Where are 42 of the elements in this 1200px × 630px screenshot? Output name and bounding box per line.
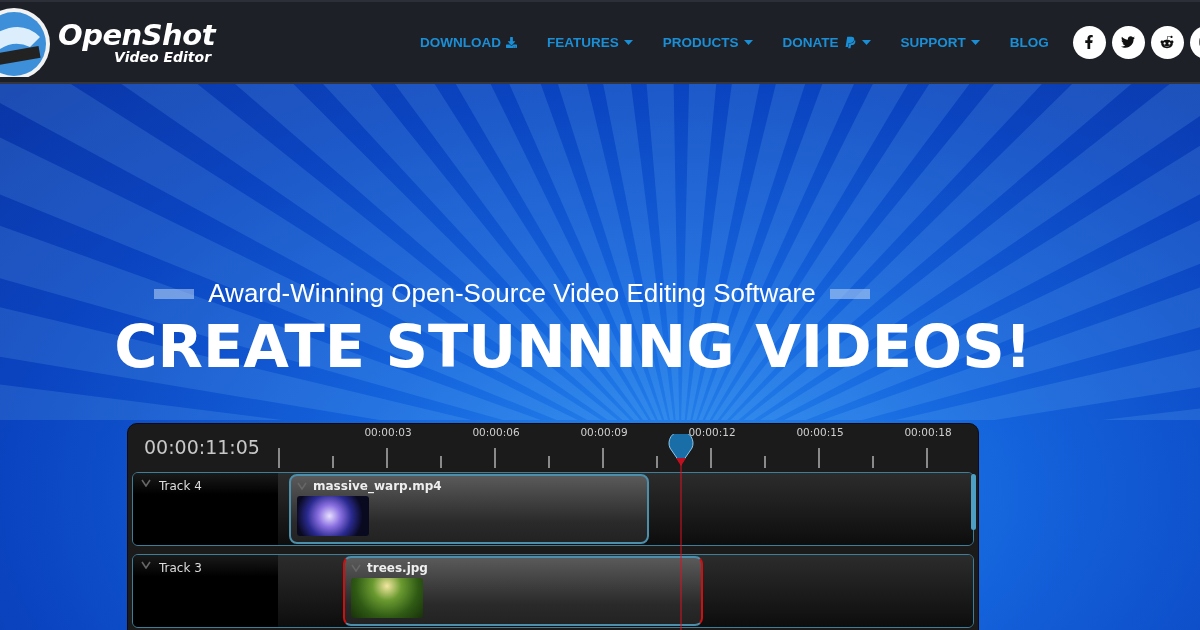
clip-name: massive_warp.mp4	[313, 479, 442, 493]
headline: CREATE STUNNING VIDEOS!	[114, 315, 1032, 379]
chevron-icon[interactable]	[141, 479, 151, 487]
nav-link[interactable]: BLOG	[1009, 34, 1049, 50]
nav-link[interactable]: PRODUCTS	[662, 34, 753, 50]
timeline-clip[interactable]: massive_warp.mp4	[289, 474, 649, 544]
ruler-label: 00:00:12	[688, 426, 736, 438]
ruler-label: 00:00:09	[580, 426, 628, 438]
nav-link[interactable]: DOWNLOAD	[420, 34, 517, 50]
social-button[interactable]	[1150, 25, 1184, 59]
image-thumbnail	[351, 578, 423, 618]
timeline-clip[interactable]: trees.jpg	[343, 556, 703, 626]
stripe-icon	[829, 288, 870, 299]
timecode: 00:00:11:05	[144, 436, 260, 458]
social-button[interactable]	[1072, 25, 1106, 59]
reddit-icon	[1160, 35, 1175, 49]
caret-icon	[743, 39, 753, 45]
ruler-label: 00:00:06	[472, 426, 520, 438]
nav-link[interactable]: DONATE	[782, 34, 871, 50]
clip-name: trees.jpg	[367, 561, 428, 575]
caret-icon	[861, 39, 871, 45]
nav-link[interactable]: FEATURES	[547, 34, 633, 50]
video-thumbnail	[297, 496, 369, 536]
caret-icon	[970, 39, 980, 45]
paypal-icon	[843, 35, 857, 49]
track-name: Track 3	[159, 561, 202, 575]
caret-icon	[623, 39, 633, 45]
chevron-icon[interactable]	[141, 561, 151, 569]
logo-title: OpenShot	[58, 19, 216, 50]
ruler-label: 00:00:15	[796, 426, 844, 438]
nav-link[interactable]: SUPPORT	[900, 34, 980, 50]
playhead[interactable]	[666, 434, 696, 630]
scrollbar-thumb[interactable]	[971, 474, 976, 530]
download-icon	[506, 36, 517, 48]
social-button[interactable]	[1111, 25, 1145, 59]
ruler-label: 00:00:18	[904, 426, 952, 438]
logo-subtitle: Video Editor	[114, 49, 212, 65]
twitter-icon	[1121, 35, 1136, 49]
tagline: Award-Winning Open-Source Video Editing Software	[208, 278, 816, 309]
track-name: Track 4	[159, 479, 202, 493]
ruler-label: 00:00:03	[364, 426, 412, 438]
stripe-icon	[154, 288, 195, 299]
